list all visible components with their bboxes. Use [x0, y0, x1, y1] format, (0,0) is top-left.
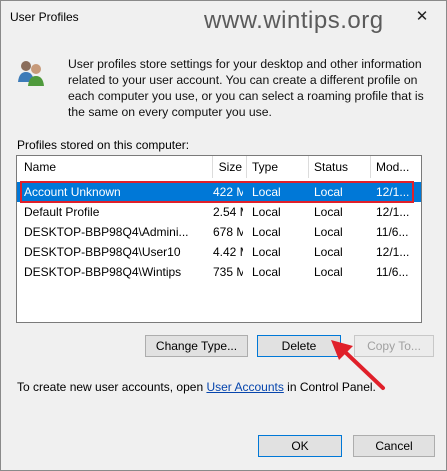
cell-type: Local — [252, 265, 281, 279]
user-profiles-dialog: User Profiles www.wintips.org ✕ User pro… — [0, 0, 447, 471]
cell-name: Default Profile — [24, 205, 100, 219]
column-header-size[interactable]: Size — [213, 156, 247, 178]
cell-type: Local — [252, 245, 281, 259]
column-header-status[interactable]: Status — [309, 156, 371, 178]
column-header-modified[interactable]: Mod... — [371, 156, 421, 178]
list-header: Name Size Type Status Mod... — [17, 156, 421, 178]
cell-modified: 12/1... — [376, 245, 410, 259]
dialog-title: User Profiles — [10, 10, 79, 24]
profiles-list[interactable]: Name Size Type Status Mod... Account Unk… — [16, 155, 422, 323]
cell-modified: 11/6... — [376, 225, 409, 239]
profiles-group-label: Profiles stored on this computer: — [17, 138, 190, 152]
cell-name: DESKTOP-BBP98Q4\Admini... — [24, 225, 189, 239]
close-icon: ✕ — [415, 8, 429, 25]
close-button[interactable]: ✕ — [410, 7, 434, 27]
cell-type: Local — [252, 185, 281, 199]
users-icon — [18, 61, 44, 86]
cell-status: Local — [314, 185, 343, 199]
cell-status: Local — [314, 205, 343, 219]
column-header-type[interactable]: Type — [247, 156, 309, 178]
table-row[interactable]: Account Unknown 422 MB Local Local 12/1... — [17, 182, 421, 202]
cell-status: Local — [314, 225, 343, 239]
cell-name: DESKTOP-BBP98Q4\User10 — [24, 245, 181, 259]
footer-prefix: To create new user accounts, open — [17, 380, 207, 394]
cell-modified: 11/6... — [376, 265, 409, 279]
user-accounts-link[interactable]: User Accounts — [206, 380, 283, 394]
table-row[interactable]: DESKTOP-BBP98Q4\User10 4.42 MB Local Local 1… — [17, 242, 421, 262]
cell-type: Local — [252, 205, 281, 219]
change-type-button[interactable]: Change Type... — [145, 335, 248, 357]
cell-status: Local — [314, 265, 343, 279]
table-row[interactable]: Default Profile 2.54 MB Local Local 12/1... — [17, 202, 421, 222]
footer-text: To create new user accounts, open User A… — [17, 380, 376, 394]
table-row[interactable]: DESKTOP-BBP98Q4\Admini... 678 MB Local Loca… — [17, 222, 421, 242]
cell-size: 2.54 MB — [213, 205, 243, 219]
cell-name: Account Unknown — [24, 185, 121, 199]
ok-button[interactable]: OK — [258, 435, 342, 457]
cell-size: 4.42 MB — [213, 245, 243, 259]
table-row[interactable]: DESKTOP-BBP98Q4\Wintips 735 MB Local Local 1… — [17, 262, 421, 282]
cancel-button[interactable]: Cancel — [353, 435, 435, 457]
cell-modified: 12/1... — [376, 185, 410, 199]
cell-name: DESKTOP-BBP98Q4\Wintips — [24, 265, 182, 279]
cell-size: 735 MB — [213, 265, 243, 279]
cell-status: Local — [314, 245, 343, 259]
cell-size: 422 MB — [213, 185, 243, 199]
cell-type: Local — [252, 225, 281, 239]
footer-suffix: in Control Panel. — [283, 380, 376, 394]
cell-modified: 12/1... — [376, 205, 410, 219]
description-text: User profiles store settings for your de… — [68, 57, 424, 119]
watermark: www.wintips.org — [204, 7, 384, 34]
column-header-name[interactable]: Name — [17, 156, 213, 178]
cell-size: 678 MB — [213, 225, 243, 239]
